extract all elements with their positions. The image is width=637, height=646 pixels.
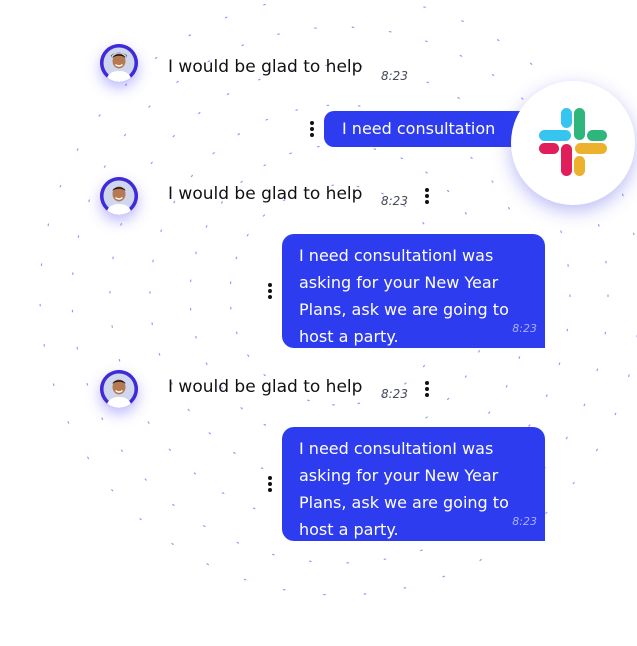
slack-logo-icon — [539, 108, 607, 176]
message-menu-button[interactable] — [263, 280, 277, 304]
incoming-message-text: I would be glad to help — [168, 57, 363, 77]
incoming-message-text: I would be glad to help — [168, 184, 363, 204]
more-vertical-icon — [310, 121, 314, 137]
user-avatar-icon — [100, 177, 138, 215]
message-time: 8:23 — [381, 387, 408, 401]
outgoing-message-text: I need consultation — [342, 119, 496, 138]
chat-illustration: I would be glad to help 8:23 I need cons… — [0, 0, 637, 646]
more-vertical-icon — [425, 188, 429, 204]
message-menu-button[interactable] — [420, 185, 434, 209]
avatar — [100, 370, 138, 408]
more-vertical-icon — [268, 283, 272, 299]
outgoing-message-text: I need consultationI was asking for your… — [299, 439, 509, 539]
message-menu-button[interactable] — [263, 473, 277, 497]
message-time: 8:23 — [512, 515, 537, 528]
message-menu-button[interactable] — [420, 378, 434, 402]
avatar — [100, 177, 138, 215]
message-time: 8:23 — [381, 69, 408, 83]
message-time: 8:23 — [512, 322, 537, 335]
message-menu-button[interactable] — [305, 118, 319, 142]
slack-badge — [511, 81, 635, 205]
outgoing-message-bubble: I need consultationI was asking for your… — [282, 234, 545, 348]
more-vertical-icon — [425, 381, 429, 397]
user-avatar-icon — [100, 370, 138, 408]
outgoing-message-text: I need consultationI was asking for your… — [299, 246, 509, 346]
more-vertical-icon — [268, 476, 272, 492]
user-avatar-icon — [100, 44, 138, 82]
avatar — [100, 44, 138, 82]
message-time: 8:23 — [381, 194, 408, 208]
incoming-message-text: I would be glad to help — [168, 377, 363, 397]
outgoing-message-bubble: I need consultationI was asking for your… — [282, 427, 545, 541]
